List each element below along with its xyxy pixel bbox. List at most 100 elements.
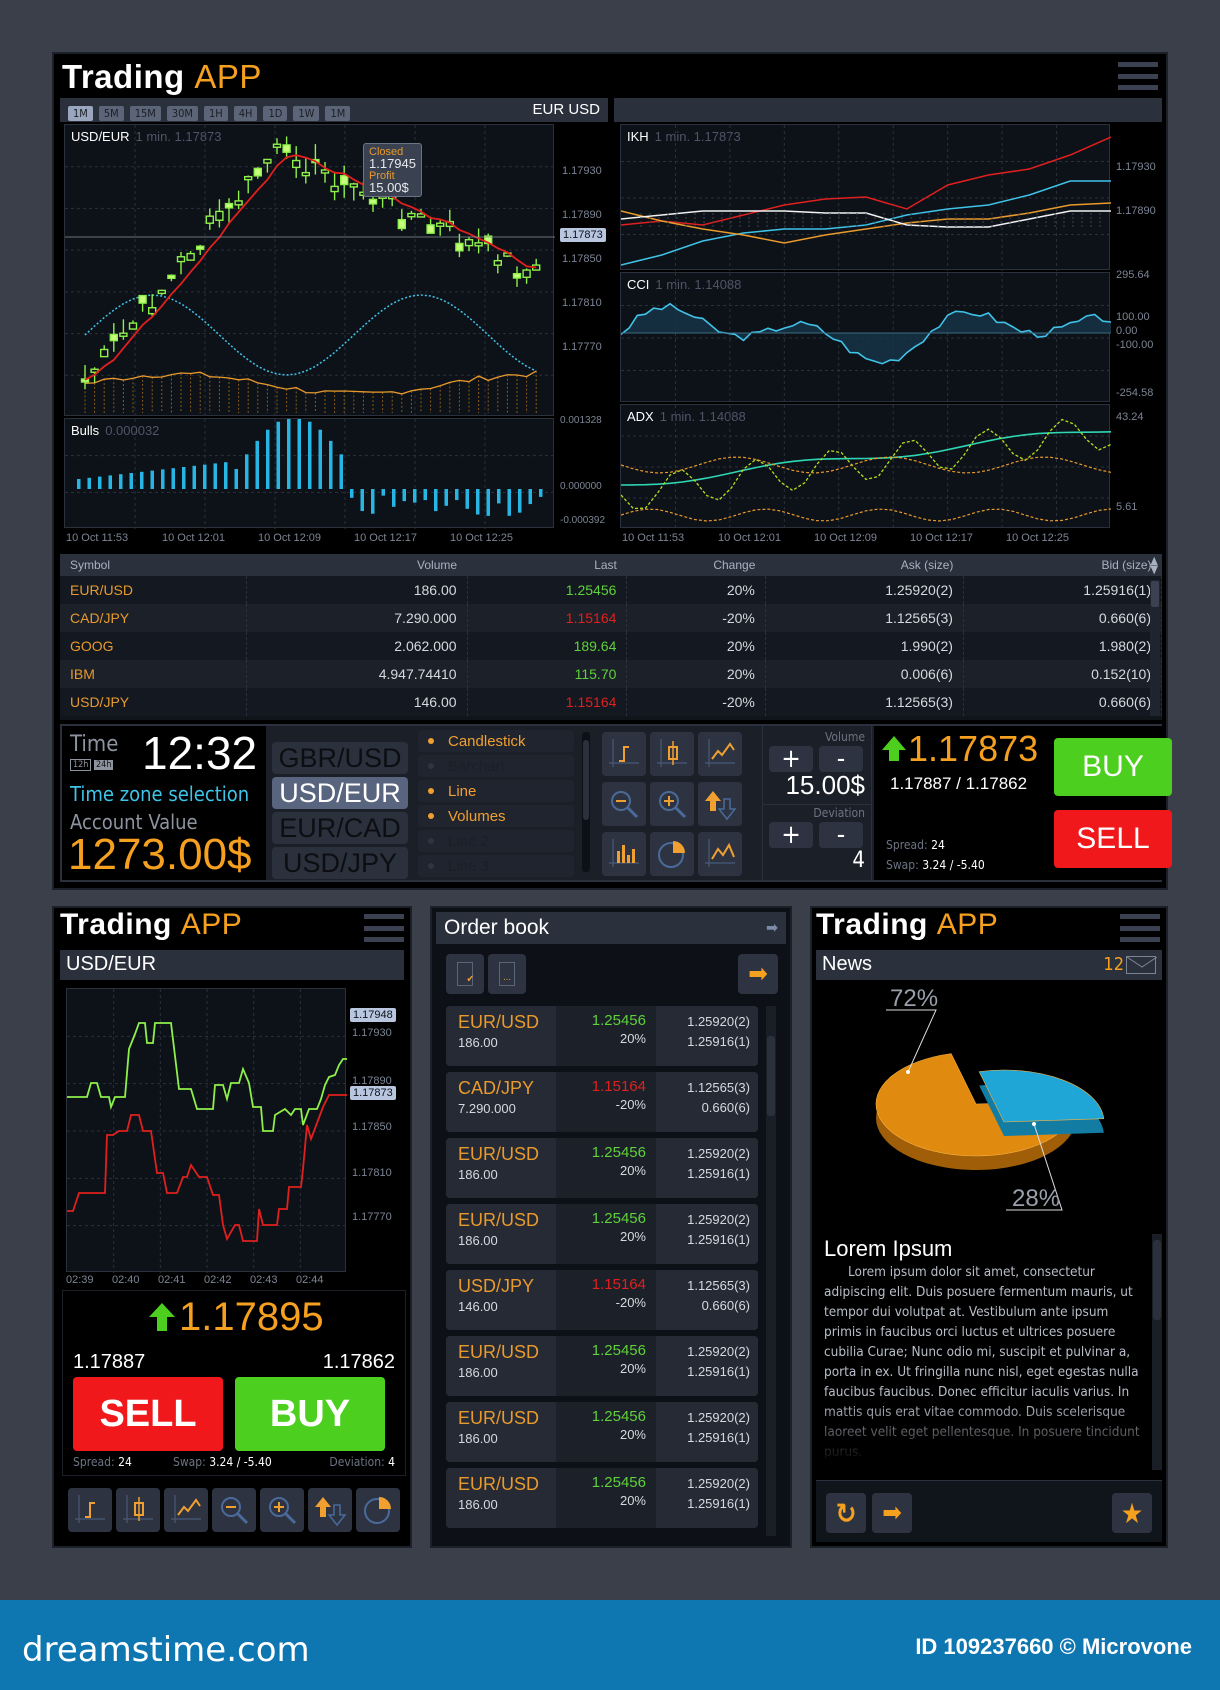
pair-option[interactable]: USD/JPY: [272, 847, 408, 879]
column-header[interactable]: Ask (size): [765, 554, 964, 576]
column-header[interactable]: Last: [467, 554, 627, 576]
news-headline: Lorem Ipsum: [824, 1236, 953, 1261]
area-chart-button[interactable]: [698, 832, 742, 876]
pair-option[interactable]: EUR/CAD: [272, 812, 408, 844]
deviation-minus-button[interactable]: -: [819, 820, 863, 850]
chart-type-scrollbar[interactable]: [582, 732, 590, 872]
timeframe-button[interactable]: 15M: [129, 106, 161, 121]
column-header[interactable]: Symbol: [60, 554, 247, 576]
forward-button[interactable]: ➡: [738, 954, 778, 994]
timeframe-button[interactable]: 4H: [233, 106, 258, 121]
chart-type-label: Barchart: [448, 757, 505, 775]
table-row[interactable]: CAD/JPY 7.290.000 1.15164 -20% 1.12565(3) 0.6…: [60, 604, 1163, 632]
chart-type-option[interactable]: Line 2: [418, 830, 574, 852]
timeframe-button[interactable]: 1M: [325, 106, 351, 121]
mobile-menu-icon[interactable]: [364, 914, 404, 942]
candle-body: [186, 252, 195, 261]
order-book-scrollbar[interactable]: [766, 1006, 776, 1536]
news-scrollbar[interactable]: [1152, 1234, 1162, 1470]
volume-plus-button[interactable]: +: [769, 744, 813, 774]
table-row[interactable]: GOOG 2.062.000 189.64 20% 1.990(2) 1.980(2): [60, 632, 1163, 660]
pair-option[interactable]: GBR/USD: [272, 742, 408, 774]
hour-format-toggle[interactable]: 12h 24h: [70, 759, 114, 771]
volume-minus-button[interactable]: -: [819, 744, 863, 774]
bar-chart-button[interactable]: [68, 1488, 112, 1532]
row-symbol-cell: CAD/JPY 7.290.000: [446, 1072, 556, 1132]
zoom-out-button[interactable]: [212, 1488, 256, 1532]
table-row[interactable]: EUR/USD 186.00 1.25456 20% 1.25920(2) 1.25916…: [60, 576, 1163, 604]
news-menu-icon[interactable]: [1120, 914, 1160, 942]
deviation-plus-button[interactable]: +: [769, 820, 813, 850]
pair-option[interactable]: USD/EUR: [272, 777, 408, 809]
chart-type-option[interactable]: Line 3: [418, 855, 574, 877]
zoom-in-button[interactable]: [650, 782, 694, 826]
fmt-12h[interactable]: 12h: [70, 759, 92, 771]
line-chart-button[interactable]: [698, 732, 742, 776]
clock: 12:32: [142, 727, 258, 779]
fmt-24h[interactable]: 24h: [94, 760, 114, 770]
order-book-row[interactable]: EUR/USD 186.00 1.25456 20% 1.25920(2) 1.25916…: [446, 1006, 758, 1066]
price-tick: 1.17810: [352, 1167, 392, 1179]
time-zone-link[interactable]: Time zone selection: [70, 782, 249, 806]
adx-chart: ADX 1 min. 1.14088: [620, 404, 1111, 529]
zoom-in-button[interactable]: [260, 1488, 304, 1532]
candlestick-button[interactable]: [650, 732, 694, 776]
mail-icon[interactable]: [1126, 956, 1158, 974]
timeframe-button[interactable]: 30M: [166, 106, 198, 121]
order-book-row[interactable]: EUR/USD 186.00 1.25456 20% 1.25920(2) 1.25916…: [446, 1336, 758, 1396]
order-book-row[interactable]: USD/JPY 146.00 1.15164 -20% 1.12565(3) 0.660(…: [446, 1270, 758, 1330]
buy-sell-arrows-button[interactable]: [698, 782, 742, 826]
line-chart-button[interactable]: [164, 1488, 208, 1532]
bar-glyph: [619, 746, 629, 762]
next-button[interactable]: ➡: [872, 1493, 912, 1533]
order-book-row[interactable]: EUR/USD 186.00 1.25456 20% 1.25920(2) 1.25916…: [446, 1204, 758, 1264]
buy-button[interactable]: BUY: [1054, 738, 1172, 796]
order-book-row[interactable]: EUR/USD 186.00 1.25456 20% 1.25920(2) 1.25916…: [446, 1402, 758, 1462]
mobile-sell-button[interactable]: SELL: [73, 1377, 223, 1451]
cell-bid: 0.152(10): [963, 660, 1163, 688]
chart-type-option[interactable]: Barchart: [418, 755, 574, 777]
order-book-header: Order book ➡: [436, 912, 786, 944]
row-last-cell: 1.15164 -20%: [556, 1270, 656, 1330]
chart-type-option[interactable]: Volumes: [418, 805, 574, 827]
more-button[interactable]: …: [488, 954, 526, 994]
menu-icon[interactable]: [1118, 62, 1158, 90]
pie-chart-button[interactable]: [356, 1488, 400, 1532]
sell-button[interactable]: SELL: [1054, 810, 1172, 868]
order-book-row[interactable]: EUR/USD 186.00 1.25456 20% 1.25920(2) 1.25916…: [446, 1138, 758, 1198]
table-row[interactable]: IBM 4.947.74410 115.70 20% 0.006(6) 0.152(10): [60, 660, 1163, 688]
candlestick-button[interactable]: [116, 1488, 160, 1532]
order-book-row[interactable]: CAD/JPY 7.290.000 1.15164 -20% 1.12565(3) 0.6…: [446, 1072, 758, 1132]
bulls-bar: [528, 489, 532, 505]
table-row[interactable]: USD/JPY 146.00 1.15164 -20% 1.12565(3) 0.660(…: [60, 688, 1163, 716]
timeframe-button[interactable]: 1D: [263, 106, 288, 121]
histogram-button[interactable]: [602, 832, 646, 876]
chart-type-option[interactable]: Line: [418, 780, 574, 802]
chart-type-option[interactable]: Candlestick: [418, 730, 574, 752]
column-header[interactable]: Bid (size): [963, 554, 1162, 576]
table-scrollbar[interactable]: [1150, 580, 1160, 716]
pie-chart-button[interactable]: [650, 832, 694, 876]
sort-icon[interactable]: ▲ ▼: [1150, 555, 1158, 575]
cell-last: 1.15164: [467, 604, 628, 632]
timeframe-button[interactable]: 1M: [68, 106, 93, 121]
timeframe-button[interactable]: 1H: [203, 106, 228, 121]
select-all-button[interactable]: ✔: [446, 954, 484, 994]
row-symbol-cell: EUR/USD 186.00: [446, 1402, 556, 1462]
zoom-out-button[interactable]: [602, 782, 646, 826]
column-header[interactable]: Volume: [246, 554, 468, 576]
buy-sell-arrows-button[interactable]: [308, 1488, 352, 1532]
row-symbol: EUR/USD: [458, 1408, 540, 1428]
order-book-row[interactable]: EUR/USD 186.00 1.25456 20% 1.25920(2) 1.25916…: [446, 1468, 758, 1528]
bar-chart-button[interactable]: [602, 732, 646, 776]
mobile-buy-button[interactable]: BUY: [235, 1377, 385, 1451]
column-header[interactable]: Change: [626, 554, 766, 576]
timeframe-button[interactable]: 1W: [293, 106, 320, 121]
favorite-button[interactable]: ★: [1112, 1493, 1152, 1533]
cell-bid: 0.660(6): [963, 688, 1163, 716]
row-last: 1.15164: [591, 1078, 646, 1095]
timeframe-button[interactable]: 5M: [98, 106, 124, 121]
cell-symbol: EUR/USD: [60, 576, 247, 604]
refresh-button[interactable]: ↻: [826, 1493, 866, 1533]
export-icon[interactable]: ➡: [766, 918, 778, 937]
